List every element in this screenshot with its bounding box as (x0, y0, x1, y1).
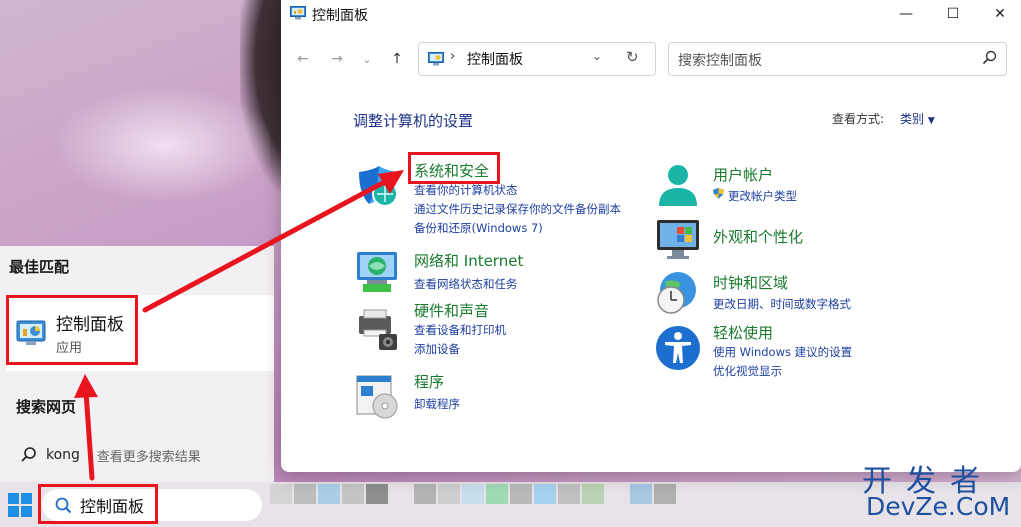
web-query: kong (46, 447, 80, 463)
search-web-heading: 搜索网页 (16, 398, 77, 416)
best-match-heading: 最佳匹配 (9, 258, 70, 276)
clock-globe-icon (657, 272, 696, 314)
web-hint: - 查看更多搜索结果 (87, 449, 201, 465)
taskbar-app-icon[interactable] (414, 484, 436, 504)
category-user-accounts[interactable]: 用户帐户 (713, 164, 773, 185)
link-network-status[interactable]: 查看网络状态和任务 (414, 276, 518, 292)
search-icon (21, 447, 36, 462)
link-add-device[interactable]: 添加设备 (414, 341, 460, 357)
annotation-box-system-security (408, 152, 500, 184)
view-by-dropdown[interactable]: 类别 ▼ (900, 110, 935, 127)
taskbar-app-icon[interactable] (270, 484, 292, 504)
category-clock-region[interactable]: 时钟和区域 (713, 272, 788, 293)
window-title: 控制面板 (312, 8, 368, 24)
address-text: 控制面板 (467, 52, 523, 68)
taskbar-app-icon[interactable] (630, 484, 652, 504)
link-devices-printers[interactable]: 查看设备和打印机 (414, 322, 506, 338)
taskbar-app-icon[interactable] (342, 484, 364, 504)
forward-arrow-icon[interactable]: → (326, 48, 348, 70)
taskbar-app-icon[interactable] (654, 484, 676, 504)
close-button[interactable]: ✕ (980, 2, 1020, 26)
link-view-computer-status[interactable]: 查看你的计算机状态 (414, 182, 518, 198)
category-hardware-sound[interactable]: 硬件和声音 (414, 300, 489, 321)
taskbar-app-icon[interactable] (534, 484, 556, 504)
taskbar-app-icon[interactable] (582, 484, 604, 504)
windows-start-icon[interactable] (7, 492, 33, 518)
category-ease-of-access[interactable]: 轻松使用 (713, 322, 773, 343)
category-network-internet[interactable]: 网络和 Internet (414, 250, 523, 271)
wallpaper-highlight (60, 90, 270, 200)
appearance-monitor-icon (657, 220, 699, 259)
search-icon[interactable] (982, 50, 998, 66)
annotation-box-best-match (6, 295, 138, 365)
category-appearance-personalization[interactable]: 外观和个性化 (713, 226, 803, 247)
taskbar-app-icon[interactable] (462, 484, 484, 504)
control-panel-icon (290, 6, 306, 20)
maximize-button[interactable]: ☐ (933, 2, 973, 26)
shield-icon (359, 166, 398, 207)
watermark-bottom: DevZe.CoM (866, 492, 1011, 521)
link-optimize-visual-display[interactable]: 优化视觉显示 (713, 363, 782, 379)
up-arrow-icon[interactable]: ↑ (386, 48, 408, 70)
category-programs[interactable]: 程序 (414, 371, 444, 392)
annotation-box-taskbar-search (38, 484, 158, 524)
link-change-date-time-format[interactable]: 更改日期、时间或数字格式 (713, 296, 851, 312)
taskbar-app-icon[interactable] (486, 484, 508, 504)
taskbar-app-icon[interactable] (366, 484, 388, 504)
taskbar-app-icon[interactable] (558, 484, 580, 504)
view-by-label: 查看方式: (832, 112, 885, 126)
link-uninstall-program[interactable]: 卸载程序 (414, 396, 460, 412)
web-search-row[interactable]: kong - 查看更多搜索结果 (20, 444, 201, 466)
network-globe-icon (357, 252, 397, 292)
taskbar-app-icon[interactable] (294, 484, 316, 504)
refresh-icon[interactable]: ↻ (626, 48, 639, 66)
accessibility-icon (656, 326, 700, 370)
printer-icon (359, 309, 397, 350)
link-backup-restore[interactable]: 备份和还原(Windows 7) (414, 220, 543, 236)
search-placeholder: 搜索控制面板 (678, 53, 762, 69)
taskbar-app-icon[interactable] (438, 484, 460, 504)
link-windows-recommended-settings[interactable]: 使用 Windows 建议的设置 (713, 344, 852, 360)
minimize-button[interactable]: — (886, 2, 926, 26)
caret-down-icon: ▼ (927, 116, 935, 126)
uac-shield-icon (713, 188, 724, 199)
taskbar-app-icon[interactable] (510, 484, 532, 504)
user-account-icon (659, 165, 697, 206)
page-heading: 调整计算机的设置 (353, 112, 474, 130)
back-arrow-icon[interactable]: ← (292, 48, 314, 70)
chevron-right-icon: › (450, 49, 456, 64)
chevron-down-icon[interactable]: ⌄ (592, 49, 602, 63)
link-change-account-type[interactable]: 更改帐户类型 (728, 188, 797, 204)
control-panel-icon (428, 52, 444, 66)
programs-icon (356, 375, 398, 419)
recent-chevron-icon[interactable]: ⌄ (356, 48, 378, 70)
taskbar-app-icon[interactable] (318, 484, 340, 504)
link-file-history[interactable]: 通过文件历史记录保存你的文件备份副本 (414, 201, 621, 217)
